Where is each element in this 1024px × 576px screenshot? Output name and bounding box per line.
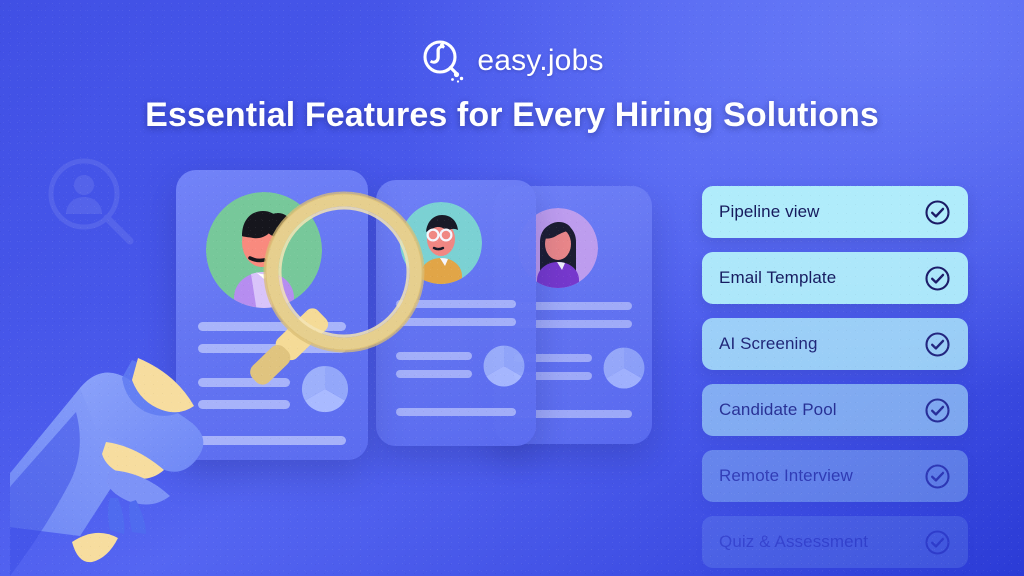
- feature-label: Quiz & Assessment: [719, 532, 869, 551]
- feature-label: Candidate Pool: [719, 400, 837, 419]
- feature-item-email-template[interactable]: Email Template: [702, 252, 968, 304]
- feature-label: Pipeline view: [719, 202, 820, 221]
- promo-banner: easy.jobs Essential Features for Every H…: [0, 0, 1024, 576]
- feature-label: AI Screening: [719, 334, 818, 353]
- candidate-cards-illustration: [0, 0, 700, 576]
- feature-item-candidate-pool[interactable]: Candidate Pool: [702, 384, 968, 436]
- feature-item-pipeline-view[interactable]: Pipeline view: [702, 186, 968, 238]
- feature-label: Remote Interview: [719, 466, 853, 485]
- feature-item-remote-interview[interactable]: Remote Interview: [702, 450, 968, 502]
- check-circle-icon: [925, 331, 950, 357]
- feature-item-quiz-assessment[interactable]: Quiz & Assessment: [702, 516, 968, 568]
- feature-label: Email Template: [719, 268, 837, 287]
- check-circle-icon: [925, 529, 950, 555]
- feature-list: Pipeline view Email Template AI Screenin…: [702, 186, 968, 576]
- check-circle-icon: [925, 265, 950, 291]
- feature-item-ai-screening[interactable]: AI Screening: [702, 318, 968, 370]
- check-circle-icon: [925, 397, 950, 423]
- pie-chart-icon: [603, 347, 645, 389]
- check-circle-icon: [925, 199, 950, 225]
- hand-holding-icon: [10, 358, 204, 576]
- check-circle-icon: [925, 463, 950, 489]
